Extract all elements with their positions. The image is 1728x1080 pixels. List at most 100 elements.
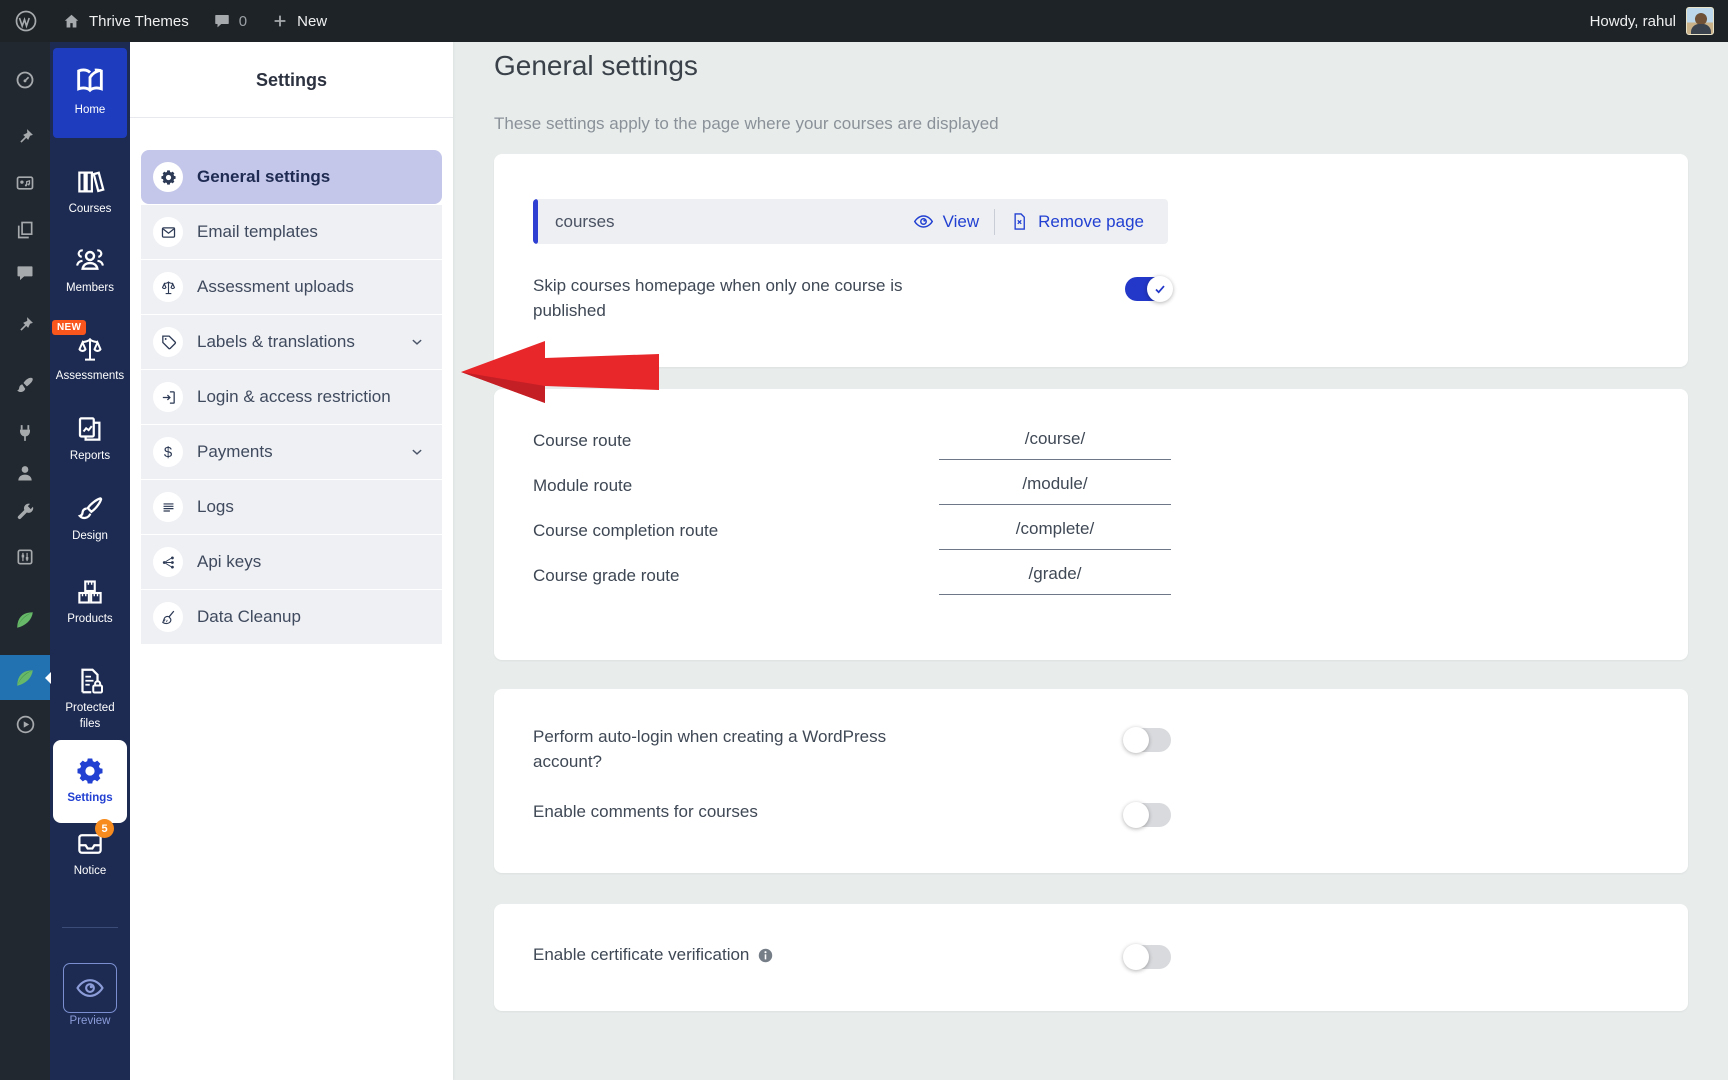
sidebar-item-label: Courses [68,203,112,215]
wp-menu-appearance[interactable] [0,365,50,405]
toggle-knob [1147,276,1173,302]
user-icon [15,463,35,483]
settings-nav-api-keys[interactable]: Api keys [141,535,442,589]
comment-icon [15,263,35,283]
settings-nav-email-templates[interactable]: Email templates [141,205,442,259]
toggle-knob [1123,727,1149,753]
site-menu[interactable]: Thrive Themes [62,12,189,31]
comments-menu[interactable]: 0 [213,12,247,30]
course-page-row: courses View Remove page [533,199,1168,244]
sidebar-item-design[interactable]: Design [50,494,130,545]
sidebar-item-protected-files[interactable]: Protected files [50,666,130,732]
certificate-toggle[interactable] [1123,944,1171,970]
wp-menu-thrive-dashboard[interactable] [0,600,50,640]
settings-nav-login-access[interactable]: Login & access restriction [141,370,442,424]
account-options-card: Perform auto-login when creating a WordP… [494,689,1688,873]
settings-nav-data-cleanup[interactable]: Data Cleanup [141,590,442,644]
home-icon [62,12,81,31]
preview-button[interactable] [63,963,117,1013]
settings-nav-assessment-uploads[interactable]: Assessment uploads [141,260,442,314]
completion-route-input[interactable]: /complete/ [939,519,1171,550]
route-row: Course completion route /complete/ [533,519,1171,550]
sidebar-item-assessments[interactable]: NEW Assessments [50,320,130,385]
wp-menu-video[interactable] [0,704,50,744]
members-icon [50,244,130,276]
wordpress-logo-icon[interactable] [14,9,38,33]
auto-login-toggle[interactable] [1123,727,1171,753]
red-annotation-arrow [461,341,659,403]
wp-menu-projects[interactable] [0,305,50,345]
actions-divider [994,208,996,235]
sidebar-item-home[interactable]: Home [53,48,127,138]
list-lines-icon [153,492,183,522]
sidebar-item-notice[interactable]: 5 Notice [50,819,130,880]
sidebar-item-label: Settings [67,792,113,804]
wp-menu-settings[interactable] [0,537,50,577]
new-menu[interactable]: New [271,12,327,30]
brush-icon [15,375,35,395]
grade-route-input[interactable]: /grade/ [939,564,1171,595]
new-badge: NEW [52,320,87,335]
file-remove-icon [1010,212,1029,231]
route-row: Course grade route /grade/ [533,564,1171,595]
comments-toggle[interactable] [1123,802,1171,829]
wp-menu-pages[interactable] [0,210,50,250]
comments-label: Enable comments for courses [533,802,758,822]
chevron-down-icon [408,333,426,351]
apprentice-sidebar: Home Courses Members NEW Assessments Rep… [50,42,130,1080]
user-avatar[interactable] [1686,7,1714,35]
settings-nav-labels-translations[interactable]: Labels & translations [141,315,442,369]
play-icon [15,714,36,735]
module-route-input[interactable]: /module/ [939,474,1171,505]
courses-page-card: courses View Remove page Skip courses ho… [494,154,1688,367]
wp-menu-users[interactable] [0,453,50,493]
route-row: Course route /course/ [533,429,1171,460]
wp-menu-thrive-apprentice[interactable] [0,655,51,700]
page-subtitle: These settings apply to the page where y… [494,114,999,133]
settings-nav-general-settings[interactable]: General settings [141,150,442,204]
scales-icon [153,272,183,302]
books-icon [50,167,130,197]
sidebar-item-reports[interactable]: Reports [50,414,130,465]
settings-nav-logs[interactable]: Logs [141,480,442,534]
sidebar-item-members[interactable]: Members [50,244,130,297]
wp-menu-dashboard[interactable] [0,60,50,100]
active-menu-notch [45,671,51,684]
sidebar-item-label: Assessments [55,370,125,382]
leaf-icon [14,609,36,631]
comment-icon [213,12,231,30]
wp-menu-posts[interactable] [0,117,50,157]
gear-icon [153,162,183,192]
route-row: Module route /module/ [533,474,1171,505]
sidebar-divider [62,927,118,928]
sidebar-item-products[interactable]: Products [50,577,130,628]
sidebar-item-label: Notice [73,865,107,877]
wp-menu-comments[interactable] [0,253,50,293]
plug-icon [15,423,35,443]
site-name: Thrive Themes [89,12,189,30]
wp-menu-tools[interactable] [0,492,50,532]
sidebar-item-courses[interactable]: Courses [50,167,130,218]
sidebar-item-label: Members [66,282,114,294]
wp-menu-plugins[interactable] [0,413,50,453]
skip-homepage-label: Skip courses homepage when only one cour… [533,276,903,320]
course-route-input[interactable]: /course/ [939,429,1171,460]
account-greeting[interactable]: Howdy, rahul [1590,13,1676,30]
scales-icon [50,334,130,364]
remove-page-button[interactable]: Remove page [1010,212,1144,232]
wp-admin-sidebar [0,42,51,1080]
wp-menu-media[interactable] [0,163,50,203]
settings-nav-payments[interactable]: $ Payments [141,425,442,479]
login-icon [153,382,183,412]
wrench-icon [15,502,35,522]
broom-icon [153,602,183,632]
sidebar-item-settings[interactable]: Settings [53,740,127,823]
info-icon[interactable] [757,947,774,964]
skip-homepage-toggle[interactable] [1125,276,1173,302]
check-icon [1152,281,1168,297]
media-icon [15,173,35,193]
panel-divider [130,117,453,118]
tag-icon [153,327,183,357]
view-button[interactable]: View [913,211,979,232]
comments-row: Enable comments for courses [533,800,1171,829]
